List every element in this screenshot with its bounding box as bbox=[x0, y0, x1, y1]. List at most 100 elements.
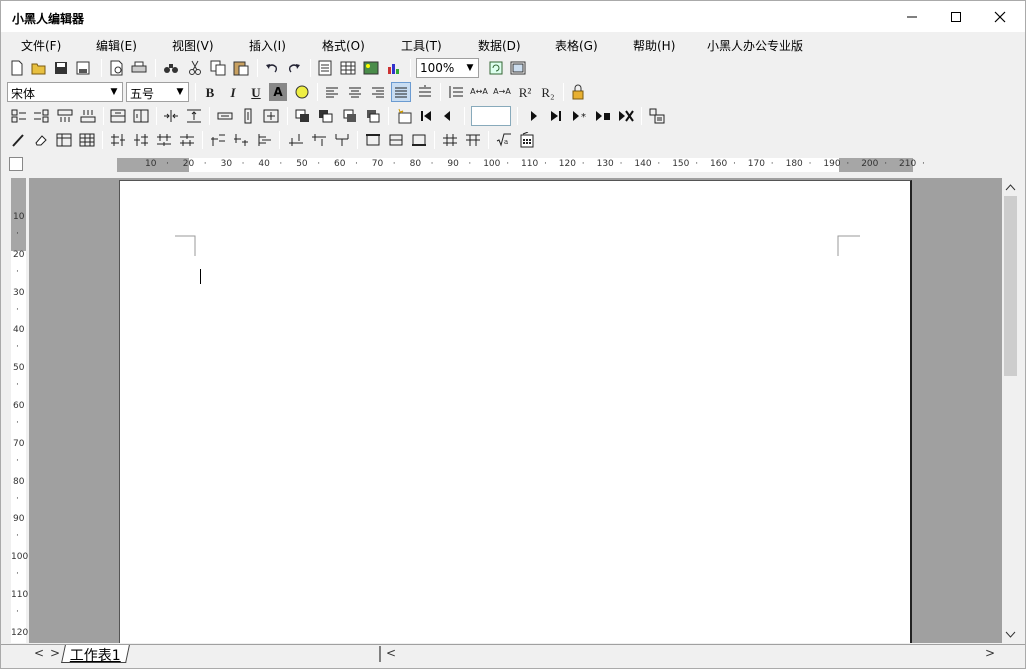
next-record-button[interactable] bbox=[524, 106, 544, 126]
send-backward-button[interactable] bbox=[316, 106, 336, 126]
menu-table[interactable]: 表格(G) bbox=[555, 37, 598, 54]
distribute-button[interactable] bbox=[415, 82, 435, 102]
align-center-button[interactable] bbox=[345, 82, 365, 102]
previous-sheet-button[interactable]: < bbox=[34, 646, 44, 660]
split-vertical-button[interactable] bbox=[231, 130, 251, 150]
menu-format[interactable]: 格式(O) bbox=[322, 37, 365, 54]
menu-file[interactable]: 文件(F) bbox=[21, 37, 61, 54]
table-view-button[interactable] bbox=[338, 58, 358, 78]
scroll-down-icon[interactable] bbox=[1002, 627, 1019, 641]
merge-down-button[interactable] bbox=[332, 130, 352, 150]
vertical-scroll-thumb[interactable] bbox=[1004, 196, 1017, 376]
copy-button[interactable] bbox=[208, 58, 228, 78]
insert-column-before-button[interactable] bbox=[55, 106, 75, 126]
menu-pro[interactable]: 小黑人办公专业版 bbox=[707, 37, 803, 54]
close-button[interactable] bbox=[977, 1, 1023, 32]
border-bottom-button[interactable] bbox=[409, 130, 429, 150]
merge-cell-button[interactable] bbox=[184, 106, 204, 126]
new-record-button[interactable] bbox=[394, 106, 414, 126]
open-button[interactable] bbox=[29, 58, 49, 78]
delete-column-button[interactable] bbox=[131, 106, 151, 126]
document-page[interactable] bbox=[119, 180, 912, 643]
refresh-button[interactable] bbox=[486, 58, 506, 78]
page-view-button[interactable] bbox=[315, 58, 335, 78]
insert-row-before-button[interactable] bbox=[9, 106, 29, 126]
last-record-button[interactable] bbox=[546, 106, 566, 126]
menu-tools[interactable]: 工具(T) bbox=[401, 37, 442, 54]
align-right-button[interactable] bbox=[368, 82, 388, 102]
font-name-select[interactable]: 宋体 ▼ bbox=[7, 82, 123, 102]
justify-button[interactable] bbox=[391, 82, 411, 102]
minimize-button[interactable] bbox=[889, 1, 935, 32]
insert-table-button[interactable] bbox=[77, 130, 97, 150]
insert-cells-left-button[interactable] bbox=[108, 130, 128, 150]
align-left-button[interactable] bbox=[322, 82, 342, 102]
menu-insert[interactable]: 插入(I) bbox=[249, 37, 286, 54]
insert-chart-button[interactable] bbox=[384, 58, 404, 78]
insert-row-after-button[interactable] bbox=[31, 106, 51, 126]
lock-button[interactable] bbox=[568, 82, 588, 102]
print-preview-button[interactable] bbox=[107, 58, 127, 78]
menu-edit[interactable]: 编辑(E) bbox=[96, 37, 137, 54]
line-spacing-button[interactable] bbox=[446, 82, 466, 102]
previous-record-button[interactable] bbox=[437, 106, 457, 126]
new-document-button[interactable] bbox=[7, 58, 27, 78]
redo-button[interactable] bbox=[284, 58, 304, 78]
shading-button[interactable]: A bbox=[269, 83, 287, 101]
save-button[interactable] bbox=[51, 58, 71, 78]
bold-button[interactable]: B bbox=[200, 82, 220, 102]
menu-help[interactable]: 帮助(H) bbox=[633, 37, 675, 54]
send-to-back-button[interactable] bbox=[362, 106, 382, 126]
find-button[interactable] bbox=[161, 58, 181, 78]
formula-button[interactable]: a bbox=[494, 130, 514, 150]
zoom-select[interactable]: 100% ▼ bbox=[416, 58, 479, 78]
scroll-left-icon[interactable]: < bbox=[386, 646, 396, 660]
column-lines-button[interactable] bbox=[440, 130, 460, 150]
draw-table-button[interactable] bbox=[54, 130, 74, 150]
insert-cells-down-button[interactable] bbox=[177, 130, 197, 150]
subscript-button[interactable]: R₂ bbox=[538, 82, 558, 102]
bring-to-front-button[interactable] bbox=[339, 106, 359, 126]
append-record-button[interactable]: * bbox=[570, 106, 590, 126]
highlight-button[interactable] bbox=[292, 82, 312, 102]
scroll-right-icon[interactable]: > bbox=[985, 646, 995, 660]
horizontal-scrollbar[interactable]: < > bbox=[379, 646, 1003, 662]
insert-cell-right-button[interactable] bbox=[254, 130, 274, 150]
bring-forward-button[interactable] bbox=[293, 106, 313, 126]
font-size-select[interactable]: 五号 ▼ bbox=[126, 82, 189, 102]
char-spacing-wide-button[interactable]: A↔A bbox=[469, 82, 489, 102]
border-top-button[interactable] bbox=[363, 130, 383, 150]
menu-view[interactable]: 视图(V) bbox=[172, 37, 214, 54]
delete-row-button[interactable] bbox=[108, 106, 128, 126]
split-horizontal-button[interactable] bbox=[208, 130, 228, 150]
next-sheet-button[interactable]: > bbox=[50, 646, 60, 660]
full-screen-button[interactable] bbox=[508, 58, 528, 78]
record-settings-button[interactable] bbox=[647, 106, 667, 126]
row-height-button[interactable] bbox=[238, 106, 258, 126]
border-middle-button[interactable] bbox=[386, 130, 406, 150]
italic-button[interactable]: I bbox=[223, 82, 243, 102]
ruler-corner-box[interactable] bbox=[9, 157, 23, 171]
insert-image-button[interactable] bbox=[361, 58, 381, 78]
column-width-button[interactable] bbox=[215, 106, 235, 126]
maximize-button[interactable] bbox=[933, 1, 979, 32]
vertical-scrollbar[interactable] bbox=[1002, 178, 1019, 643]
pencil-button[interactable] bbox=[8, 130, 28, 150]
record-number-input[interactable] bbox=[471, 106, 511, 126]
underline-button[interactable]: U bbox=[246, 82, 266, 102]
calculator-button[interactable] bbox=[517, 130, 537, 150]
header-lines-button[interactable] bbox=[463, 130, 483, 150]
insert-cell-bottom-button[interactable] bbox=[309, 130, 329, 150]
split-cell-button[interactable] bbox=[161, 106, 181, 126]
delete-record-button[interactable] bbox=[616, 106, 636, 126]
save-as-button[interactable] bbox=[73, 58, 93, 78]
cut-button[interactable] bbox=[185, 58, 205, 78]
insert-column-after-button[interactable] bbox=[78, 106, 98, 126]
insert-cells-right-button[interactable] bbox=[131, 130, 151, 150]
superscript-button[interactable]: R² bbox=[515, 82, 535, 102]
menu-data[interactable]: 数据(D) bbox=[478, 37, 521, 54]
sheet-tab[interactable]: 工作表1 bbox=[61, 645, 130, 664]
insert-cells-up-button[interactable] bbox=[154, 130, 174, 150]
fit-cell-button[interactable] bbox=[261, 106, 281, 126]
char-spacing-narrow-button[interactable]: A→A bbox=[492, 82, 512, 102]
